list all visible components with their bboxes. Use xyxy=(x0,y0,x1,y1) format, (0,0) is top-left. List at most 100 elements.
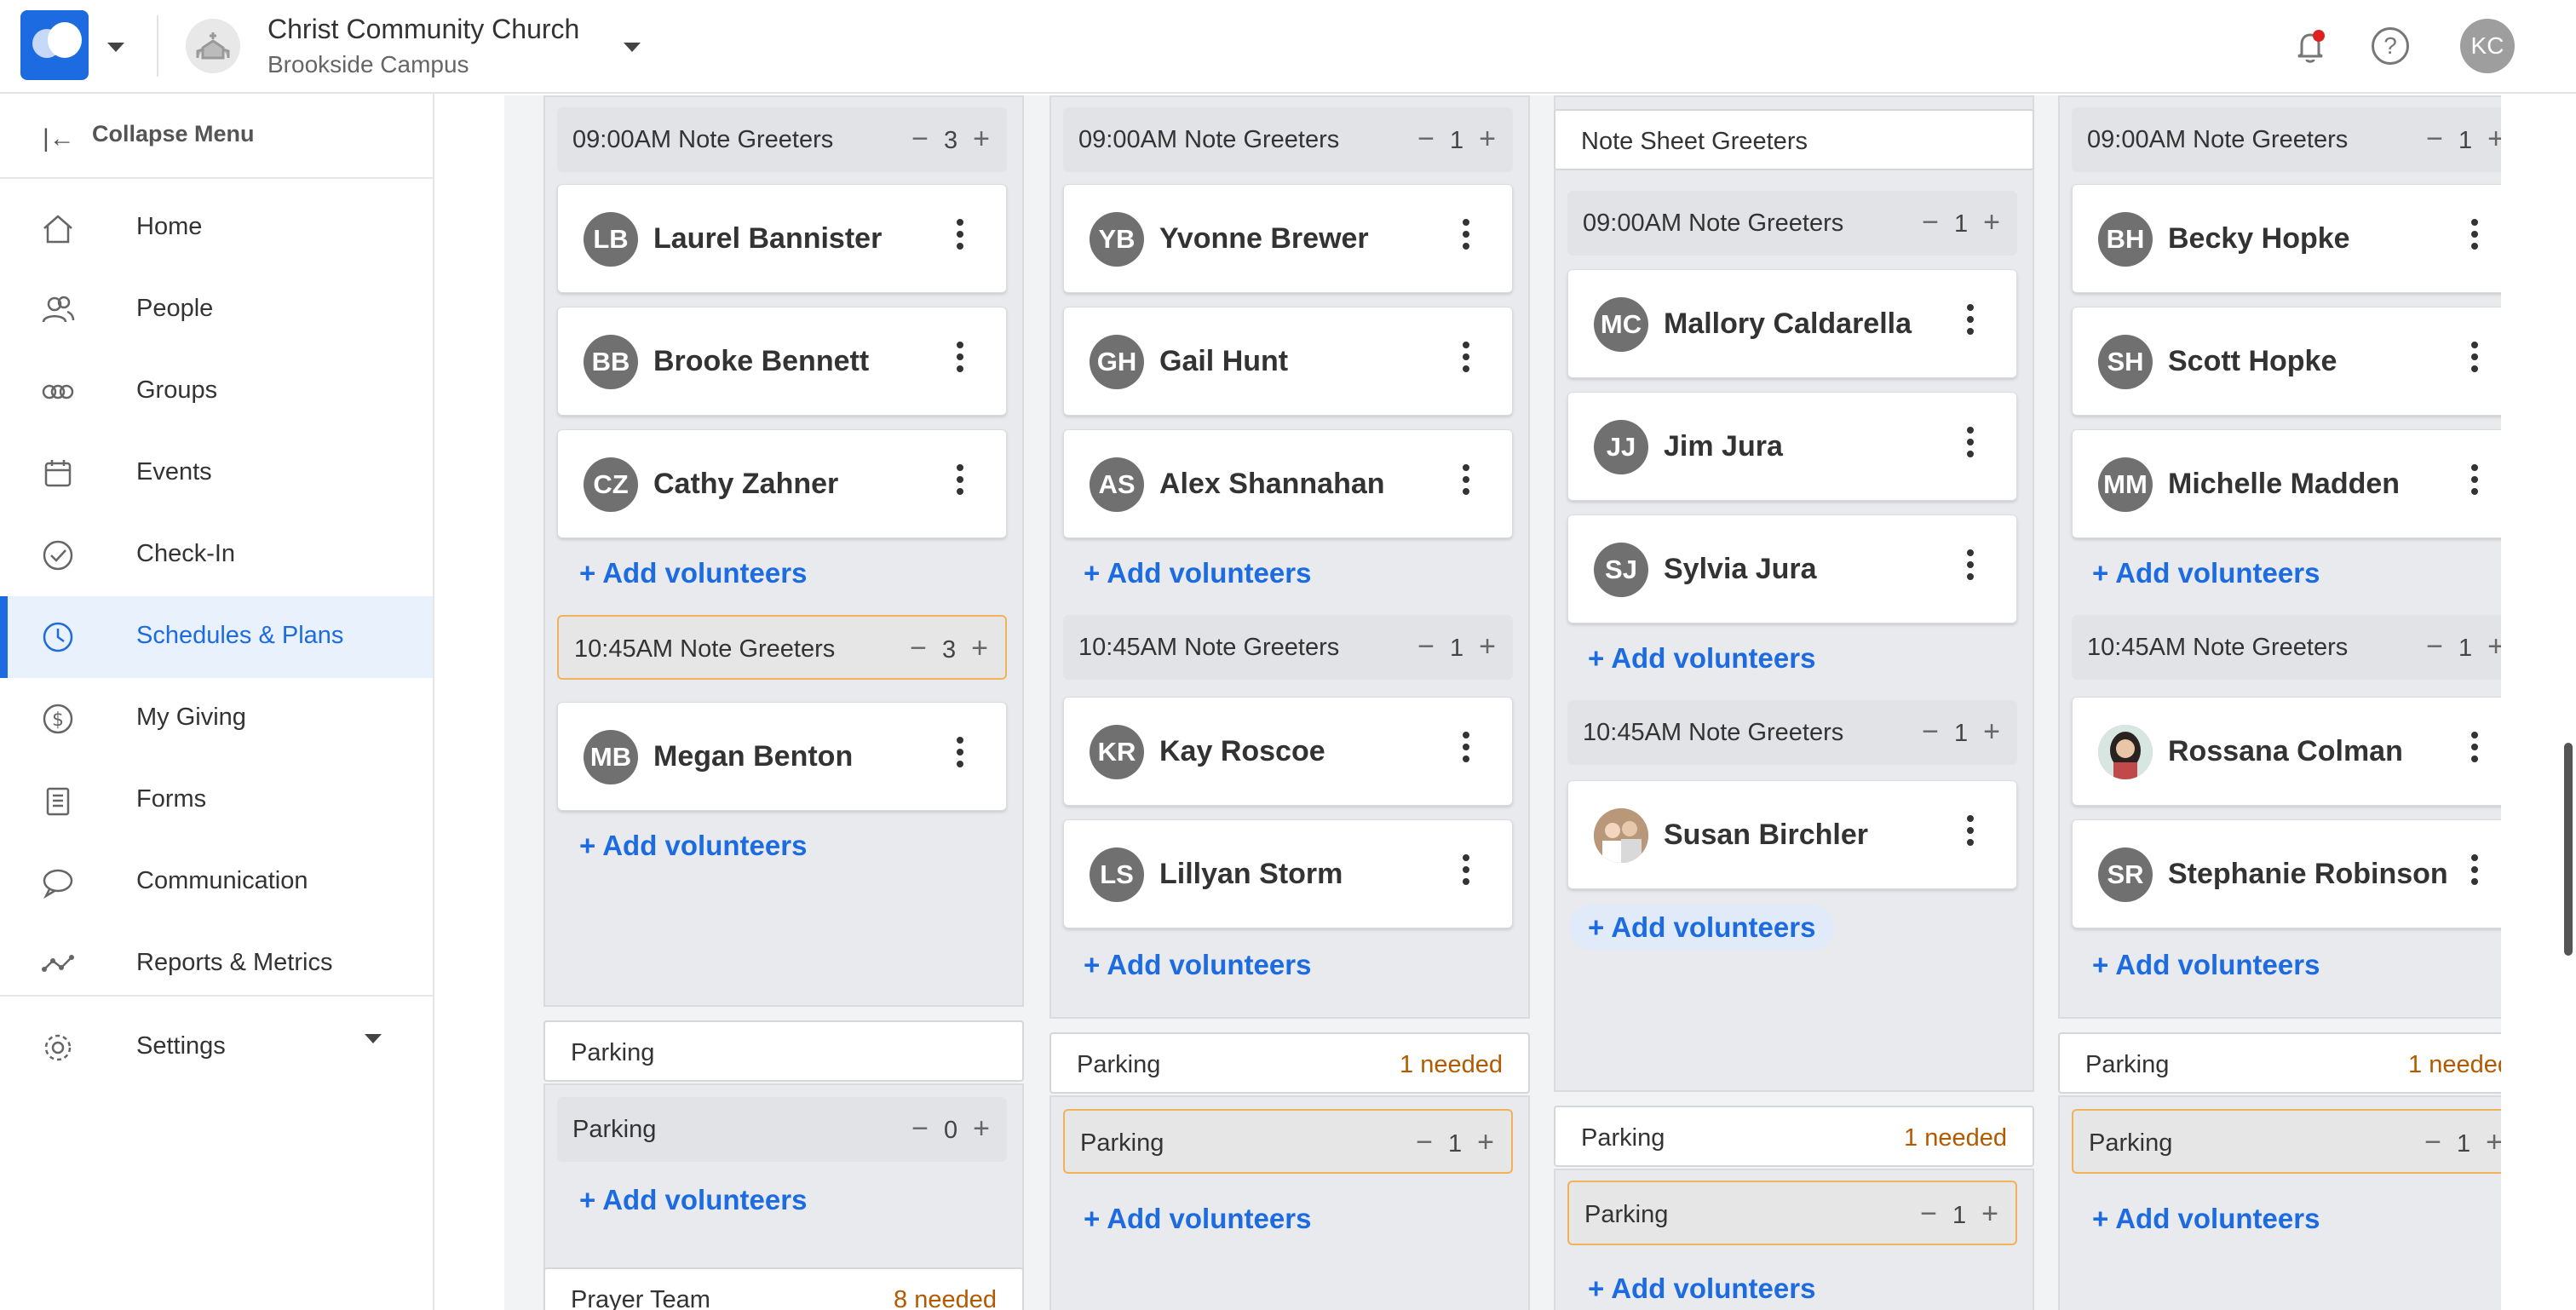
sidebar-item-check-in[interactable]: Check-In xyxy=(0,514,433,596)
vertical-scrollbar[interactable] xyxy=(2564,743,2573,956)
sidebar-item-groups[interactable]: Groups xyxy=(0,351,433,433)
sidebar-item-reports-metrics[interactable]: Reports & Metrics xyxy=(0,923,433,1005)
more-options-icon[interactable] xyxy=(1463,854,1469,885)
note-sheet-greeters-header[interactable]: Note Sheet Greeters xyxy=(1554,109,2034,170)
help-icon[interactable]: ? xyxy=(2372,27,2409,65)
add-volunteers-button[interactable]: + Add volunteers xyxy=(1588,1273,1815,1305)
more-options-icon[interactable] xyxy=(957,219,963,250)
add-volunteers-button[interactable]: + Add volunteers xyxy=(579,830,807,862)
more-options-icon[interactable] xyxy=(957,342,963,372)
more-options-icon[interactable] xyxy=(2471,854,2478,885)
more-options-icon[interactable] xyxy=(1967,815,1974,846)
sidebar-item-home[interactable]: Home xyxy=(0,187,433,269)
sidebar-item-forms[interactable]: Forms xyxy=(0,760,433,842)
decrement-button[interactable]: − xyxy=(911,1112,929,1146)
add-volunteers-button[interactable]: + Add volunteers xyxy=(1588,642,1815,675)
increment-button[interactable]: + xyxy=(971,632,988,665)
sidebar-item-events[interactable]: Events xyxy=(0,433,433,514)
volunteer-card[interactable]: CZ Cathy Zahner xyxy=(557,429,1007,538)
volunteer-card[interactable]: Rossana Colman xyxy=(2072,697,2521,806)
volunteer-card[interactable]: SH Scott Hopke xyxy=(2072,307,2521,416)
sidebar-item-settings[interactable]: Settings xyxy=(0,1007,433,1089)
section-title: Prayer Team xyxy=(571,1286,710,1310)
settings-chevron-down-icon[interactable] xyxy=(365,1034,382,1043)
volunteer-card[interactable]: SJ Sylvia Jura xyxy=(1567,514,2017,623)
increment-button[interactable]: + xyxy=(1983,206,2000,239)
section-title: Parking xyxy=(571,1039,655,1066)
more-options-icon[interactable] xyxy=(957,737,963,767)
more-options-icon[interactable] xyxy=(1463,464,1469,495)
section-title: Parking xyxy=(2085,1051,2170,1078)
volunteer-card[interactable]: LB Laurel Bannister xyxy=(557,184,1007,293)
volunteer-card[interactable]: LS Lillyan Storm xyxy=(1063,819,1513,928)
add-volunteers-button[interactable]: + Add volunteers xyxy=(1084,557,1311,589)
add-volunteers-button[interactable]: + Add volunteers xyxy=(1569,905,1835,951)
more-options-icon[interactable] xyxy=(1967,304,1974,335)
parking-section-header[interactable]: Parking 1 needed xyxy=(1554,1106,2034,1167)
add-volunteers-button[interactable]: + Add volunteers xyxy=(579,1184,807,1216)
more-options-icon[interactable] xyxy=(1967,427,1974,457)
volunteer-card[interactable]: Susan Birchler xyxy=(1567,780,2017,889)
sidebar-item-communication[interactable]: Communication xyxy=(0,842,433,923)
user-avatar[interactable]: KC xyxy=(2460,19,2515,73)
parking-section-header[interactable]: Parking xyxy=(543,1020,1024,1082)
more-options-icon[interactable] xyxy=(957,464,963,495)
decrement-button[interactable]: − xyxy=(1920,1198,1937,1231)
campus-chevron-down-icon[interactable] xyxy=(624,43,641,52)
decrement-button[interactable]: − xyxy=(1417,123,1435,156)
volunteer-card[interactable]: AS Alex Shannahan xyxy=(1063,429,1513,538)
volunteer-card[interactable]: MB Megan Benton xyxy=(557,702,1007,811)
add-volunteers-button[interactable]: + Add volunteers xyxy=(2092,1203,2320,1235)
more-options-icon[interactable] xyxy=(2471,342,2478,372)
volunteer-card[interactable]: BH Becky Hopke xyxy=(2072,184,2521,293)
volunteer-card[interactable]: MC Mallory Caldarella xyxy=(1567,269,2017,378)
increment-button[interactable]: + xyxy=(1477,1126,1494,1159)
increment-button[interactable]: + xyxy=(1981,1198,1998,1231)
decrement-button[interactable]: − xyxy=(911,123,929,156)
more-options-icon[interactable] xyxy=(2471,219,2478,250)
add-volunteers-button[interactable]: + Add volunteers xyxy=(1084,949,1311,981)
increment-button[interactable]: + xyxy=(973,123,990,156)
add-volunteers-button[interactable]: + Add volunteers xyxy=(2092,557,2320,589)
prayer-team-section-header[interactable]: Prayer Team 8 needed xyxy=(543,1267,1024,1310)
more-options-icon[interactable] xyxy=(2471,464,2478,495)
volunteer-card[interactable]: JJ Jim Jura xyxy=(1567,392,2017,501)
sidebar-item-schedules-plans[interactable]: Schedules & Plans xyxy=(0,596,433,678)
more-options-icon[interactable] xyxy=(1967,549,1974,580)
church-name[interactable]: Christ Community Church xyxy=(267,14,579,45)
volunteer-card[interactable]: SR Stephanie Robinson xyxy=(2072,819,2521,928)
parking-section-header[interactable]: Parking 1 needed xyxy=(2058,1032,2539,1094)
more-options-icon[interactable] xyxy=(2471,732,2478,762)
app-switcher-chevron-down-icon[interactable] xyxy=(107,43,124,52)
increment-button[interactable]: + xyxy=(1479,630,1496,664)
volunteer-card[interactable]: MM Michelle Madden xyxy=(2072,429,2521,538)
sidebar-item-my-giving[interactable]: $ My Giving xyxy=(0,678,433,760)
decrement-button[interactable]: − xyxy=(1922,715,1939,749)
campus-name[interactable]: Brookside Campus xyxy=(267,51,469,78)
increment-button[interactable]: + xyxy=(1983,715,2000,749)
increment-button[interactable]: + xyxy=(1479,123,1496,156)
app-logo[interactable] xyxy=(20,10,89,80)
sidebar-item-people[interactable]: People xyxy=(0,269,433,351)
increment-button[interactable]: + xyxy=(973,1112,990,1146)
collapse-menu-button[interactable]: |← Collapse Menu xyxy=(0,94,433,179)
add-volunteers-button[interactable]: + Add volunteers xyxy=(2092,949,2320,981)
notification-bell-icon[interactable] xyxy=(2290,26,2331,66)
add-volunteers-button[interactable]: + Add volunteers xyxy=(579,557,807,589)
decrement-button[interactable]: − xyxy=(910,632,927,665)
volunteer-card[interactable]: BB Brooke Bennett xyxy=(557,307,1007,416)
decrement-button[interactable]: − xyxy=(2424,1126,2441,1159)
parking-section-header[interactable]: Parking 1 needed xyxy=(1049,1032,1530,1094)
decrement-button[interactable]: − xyxy=(1416,1126,1433,1159)
decrement-button[interactable]: − xyxy=(1922,206,1939,239)
add-volunteers-button[interactable]: + Add volunteers xyxy=(1084,1203,1311,1235)
volunteer-card[interactable]: GH Gail Hunt xyxy=(1063,307,1513,416)
volunteer-card[interactable]: YB Yvonne Brewer xyxy=(1063,184,1513,293)
decrement-button[interactable]: − xyxy=(1417,630,1435,664)
decrement-button[interactable]: − xyxy=(2426,123,2443,156)
more-options-icon[interactable] xyxy=(1463,219,1469,250)
more-options-icon[interactable] xyxy=(1463,732,1469,762)
volunteer-card[interactable]: KR Kay Roscoe xyxy=(1063,697,1513,806)
more-options-icon[interactable] xyxy=(1463,342,1469,372)
decrement-button[interactable]: − xyxy=(2426,630,2443,664)
